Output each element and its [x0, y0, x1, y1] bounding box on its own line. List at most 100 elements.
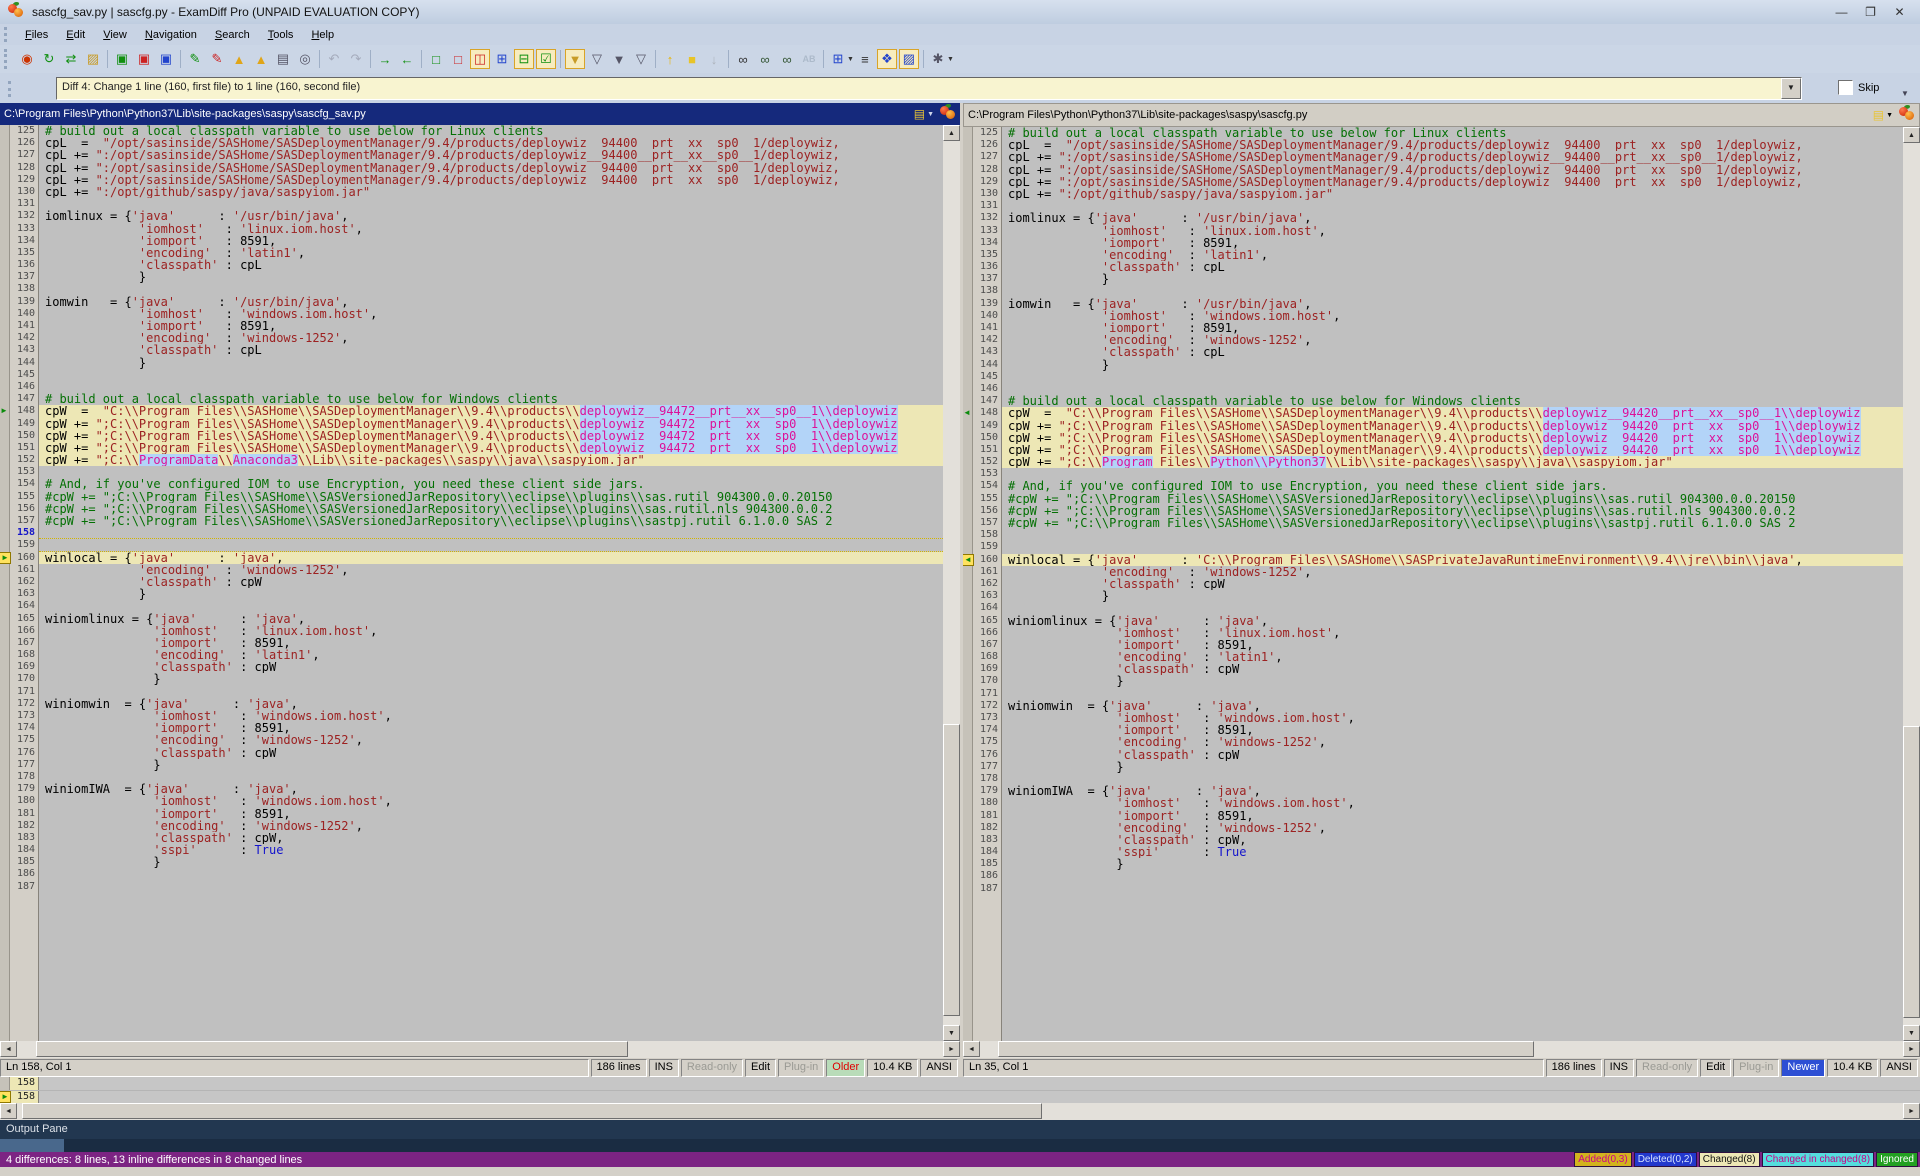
previous-difference-icon[interactable]: ←	[397, 49, 417, 69]
code-text[interactable]: 'classpath' : cpW,	[1002, 834, 1903, 846]
code-text[interactable]: }	[1002, 761, 1903, 773]
copy-path-icon[interactable]: ▤	[1873, 108, 1884, 122]
code-text[interactable]: cpL = "/opt/sasinside/SASHome/SASDeploym…	[1002, 139, 1903, 151]
copy-path-icon[interactable]: ▤	[914, 107, 925, 121]
code-text[interactable]: # build out a local classpath variable t…	[39, 125, 943, 137]
code-text[interactable]	[1002, 541, 1903, 553]
code-text[interactable]: }	[39, 856, 943, 868]
code-text[interactable]: 'sspi' : True	[39, 844, 943, 856]
code-text[interactable]: winiomwin = {'java' : 'java',	[1002, 700, 1903, 712]
code-text[interactable]	[1002, 883, 1903, 895]
code-text[interactable]: 'sspi' : True	[1002, 846, 1903, 858]
code-text[interactable]: }	[1002, 858, 1903, 870]
code-text[interactable]: 'iomhost' : 'linux.iom.host',	[1002, 627, 1903, 639]
code-text[interactable]: #cpW += ";C:\\Program Files\\SASHome\\SA…	[1002, 517, 1903, 529]
scroll-down-arrow[interactable]: ▼	[1903, 1025, 1920, 1041]
code-text[interactable]: 'iomport' : 8591,	[1002, 639, 1903, 651]
skip-checkbox[interactable]	[1838, 80, 1853, 95]
menu-item-navigation[interactable]: Navigation	[136, 27, 206, 43]
editor-options-icon[interactable]: ▨	[899, 49, 919, 69]
file-path-header[interactable]: C:\Program Files\Python\Python37\Lib\sit…	[0, 103, 960, 125]
filter-deleted-lines-icon[interactable]: ▽	[631, 49, 651, 69]
synchronize-panes-icon[interactable]: ⊟	[514, 49, 534, 69]
show-second-pane-icon[interactable]: □	[448, 49, 468, 69]
code-text[interactable]: 'iomhost' : 'linux.iom.host',	[39, 625, 943, 637]
scroll-right-arrow[interactable]: ►	[943, 1041, 960, 1057]
code-text[interactable]: 'classpath' : cpW	[1002, 663, 1903, 675]
options-icon-dropdown[interactable]: ▼	[947, 56, 954, 63]
code-text[interactable]: 'classpath' : cpL	[39, 259, 943, 271]
scroll-up-arrow[interactable]: ▲	[1903, 127, 1920, 143]
toolbar-drag-grip[interactable]	[4, 49, 10, 69]
code-text[interactable]: 'classpath' : cpW	[1002, 578, 1903, 590]
code-text[interactable]	[1002, 688, 1903, 700]
code-text[interactable]: cpW += ";C:\\Program Files\\SASHome\\SAS…	[1002, 444, 1903, 456]
code-text[interactable]: 'encoding' : 'latin1',	[39, 247, 943, 259]
vscroll-thumb[interactable]	[1903, 726, 1920, 1018]
code-text[interactable]: 'iomport' : 8591,	[39, 235, 943, 247]
maximize-button[interactable]: ❐	[1856, 3, 1885, 21]
code-text[interactable]: 'iomhost' : 'windows.iom.host',	[39, 795, 943, 807]
code-text[interactable]: cpL += ":/opt/sasinside/SASHome/SASDeplo…	[1002, 164, 1903, 176]
code-text[interactable]: 'classpath' : cpL	[39, 344, 943, 356]
code-text[interactable]: 'classpath' : cpW	[39, 576, 943, 588]
code-text[interactable]: }	[39, 357, 943, 369]
menu-item-help[interactable]: Help	[302, 27, 343, 43]
code-text[interactable]	[1002, 602, 1903, 614]
code-text[interactable]: winiomIWA = {'java' : 'java',	[39, 783, 943, 795]
edit-first-file-icon[interactable]: ✎	[185, 49, 205, 69]
examdiff-pane-icon[interactable]	[940, 106, 956, 122]
undo-icon[interactable]: ↶	[324, 49, 344, 69]
code-text[interactable]: 'iomport' : 8591,	[1002, 810, 1903, 822]
code-text[interactable]: iomwin = {'java' : '/usr/bin/java',	[39, 296, 943, 308]
code-text[interactable]: cpL += ":/opt/github/saspy/java/saspyiom…	[1002, 188, 1903, 200]
code-text[interactable]: 'encoding' : 'windows-1252',	[39, 820, 943, 832]
code-text[interactable]: 'encoding' : 'windows-1252',	[39, 564, 943, 576]
plugins-icon[interactable]: ❖	[877, 49, 897, 69]
menu-item-search[interactable]: Search	[206, 27, 259, 43]
code-text[interactable]: winiomlinux = {'java' : 'java',	[39, 613, 943, 625]
code-text[interactable]: 'classpath' : cpL	[1002, 346, 1903, 358]
code-text[interactable]: iomlinux = {'java' : '/usr/bin/java',	[39, 210, 943, 222]
code-text[interactable]: cpW += ";C:\\Program Files\\SASHome\\SAS…	[39, 442, 943, 454]
code-text[interactable]: 'iomport' : 8591,	[39, 637, 943, 649]
code-text[interactable]: 'iomport' : 8591,	[1002, 237, 1903, 249]
code-text[interactable]	[39, 466, 943, 478]
code-text[interactable]: winiomIWA = {'java' : 'java',	[1002, 785, 1903, 797]
code-text[interactable]: 'encoding' : 'windows-1252',	[39, 332, 943, 344]
code-text[interactable]: cpL += ":/opt/sasinside/SASHome/SASDeplo…	[39, 149, 943, 161]
match-case-icon[interactable]: AB	[799, 49, 819, 69]
code-text[interactable]: cpL = "/opt/sasinside/SASHome/SASDeploym…	[39, 137, 943, 149]
code-text[interactable]: cpL += ":/opt/sasinside/SASHome/SASDeplo…	[39, 174, 943, 186]
code-text[interactable]: 'encoding' : 'latin1',	[39, 649, 943, 661]
code-editor[interactable]: 125# build out a local classpath variabl…	[963, 127, 1920, 1041]
code-text[interactable]: 'encoding' : 'windows-1252',	[1002, 566, 1903, 578]
diffbar-drag-grip[interactable]	[8, 81, 14, 97]
copy-path-dropdown-icon[interactable]: ▼	[927, 111, 934, 118]
code-text[interactable]: 'iomhost' : 'linux.iom.host',	[1002, 225, 1903, 237]
view-mode-icon-dropdown[interactable]: ▼	[847, 56, 854, 63]
filter-changed-lines-icon[interactable]: ▽	[587, 49, 607, 69]
code-text[interactable]: 'iomport' : 8591,	[1002, 322, 1903, 334]
save-both-files-icon[interactable]: ▣	[156, 49, 176, 69]
code-text[interactable]: }	[1002, 273, 1903, 285]
edit-second-file-icon[interactable]: ✎	[207, 49, 227, 69]
highlight-second-icon[interactable]: ▲	[251, 49, 271, 69]
vscroll-thumb[interactable]	[943, 724, 960, 1016]
code-text[interactable]: }	[39, 673, 943, 685]
code-text[interactable]: 'classpath' : cpW,	[39, 832, 943, 844]
code-text[interactable]: # build out a local classpath variable t…	[39, 393, 943, 405]
options-icon[interactable]: ✱	[928, 49, 948, 69]
filter-all-lines-icon[interactable]: ▼	[565, 49, 585, 69]
show-both-panes-icon[interactable]: ◫	[470, 49, 490, 69]
code-text[interactable]: cpW += ";C:\\Program Files\\SASHome\\SAS…	[1002, 432, 1903, 444]
code-text[interactable]: cpW += ";C:\\Program Files\\SASHome\\SAS…	[39, 430, 943, 442]
code-text[interactable]: cpW += ";C:\\ProgramData\\Anaconda3\\Lib…	[39, 454, 943, 466]
recompare-icon[interactable]: ↻	[39, 49, 59, 69]
code-text[interactable]: # build out a local classpath variable t…	[1002, 127, 1903, 139]
diffbar-overflow-caret[interactable]: ▼	[1901, 89, 1909, 98]
code-text[interactable]	[39, 283, 943, 295]
menu-item-view[interactable]: View	[94, 27, 136, 43]
scroll-left-arrow[interactable]: ◄	[963, 1041, 980, 1057]
code-text[interactable]: }	[1002, 590, 1903, 602]
